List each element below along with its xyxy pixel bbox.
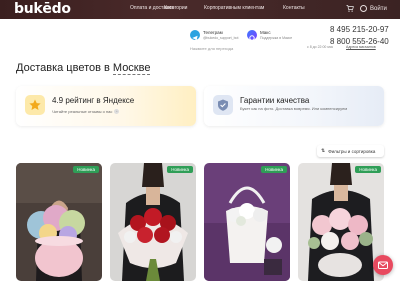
product-card[interactable]: Новинка [298,163,384,281]
filters-label: Фильтры и сортировка [328,148,376,154]
shield-check-icon [213,95,233,115]
new-badge: Новинка [261,166,287,173]
product-image [110,163,196,281]
guarantee-subtitle: Букет как на фото. Доставка вовремя. Или… [240,106,348,111]
arrow-right-icon: › [114,109,120,115]
rating-title: 4.9 рейтинг в Яндексе [52,96,135,105]
phones: 8 495 215-20-97 8 800 555-26-40 [330,25,389,46]
nav-contacts[interactable]: Контакты [283,5,305,11]
max-contact[interactable]: Макс Поддержка в Максе [247,30,293,41]
work-hours: с 8 до 22:00 мск [307,45,334,49]
mail-icon [378,261,388,269]
phone-moscow[interactable]: 8 495 215-20-97 [330,25,389,34]
title-prefix: Доставка цветов в [16,62,113,74]
telegram-title: Телеграм [203,30,223,35]
telegram-handle: @bukedo_support_bot [203,36,239,40]
guarantee-card[interactable]: Гарантии качества Букет как на фото. Дос… [204,86,384,126]
store-addresses-link[interactable]: Адреса магазинов [346,45,376,49]
filters-sort-button[interactable]: ⇅ Фильтры и сортировка [317,145,384,157]
max-title: Макс [260,30,271,35]
rating-subtitle-text: Читайте реальные отзывы о нас [52,109,113,114]
product-card[interactable]: Новинка [110,163,196,281]
top-bar: bukēdo Оплата и доставка Категории Корпо… [0,0,400,19]
cart-icon[interactable] [346,5,354,12]
guarantee-title: Гарантии качества [240,96,310,105]
login-button[interactable]: Войти [360,5,387,12]
chat-button[interactable] [373,255,393,275]
product-card[interactable]: Новинка [16,163,102,281]
max-icon [247,30,257,41]
nav-corporate[interactable]: Корпоративным клиентам [204,5,264,11]
new-badge: Новинка [73,166,99,173]
logo[interactable]: bukēdo [14,1,71,17]
sort-icon: ⇅ [321,148,326,154]
rating-subtitle: Читайте реальные отзывы о нас › [52,109,120,115]
max-subtitle: Поддержка в Максе [260,36,293,40]
product-image [16,163,102,281]
nav-categories[interactable]: Категории [164,5,187,11]
new-badge: Новинка [355,166,381,173]
login-label: Войти [370,5,387,12]
telegram-hint: Нажмите для перехода [190,46,234,51]
product-card[interactable]: Новинка [204,163,290,281]
new-badge: Новинка [167,166,193,173]
star-icon [25,95,45,115]
city-selector[interactable]: Москве [112,62,151,75]
rating-card[interactable]: 4.9 рейтинг в Яндексе Читайте реальные о… [16,86,196,126]
user-icon [360,5,367,12]
product-image [204,163,290,281]
page-title: Доставка цветов в Москве [16,62,151,75]
product-image [298,163,384,281]
telegram-icon [190,30,200,41]
telegram-contact[interactable]: Телеграм @bukedo_support_bot [190,30,239,41]
